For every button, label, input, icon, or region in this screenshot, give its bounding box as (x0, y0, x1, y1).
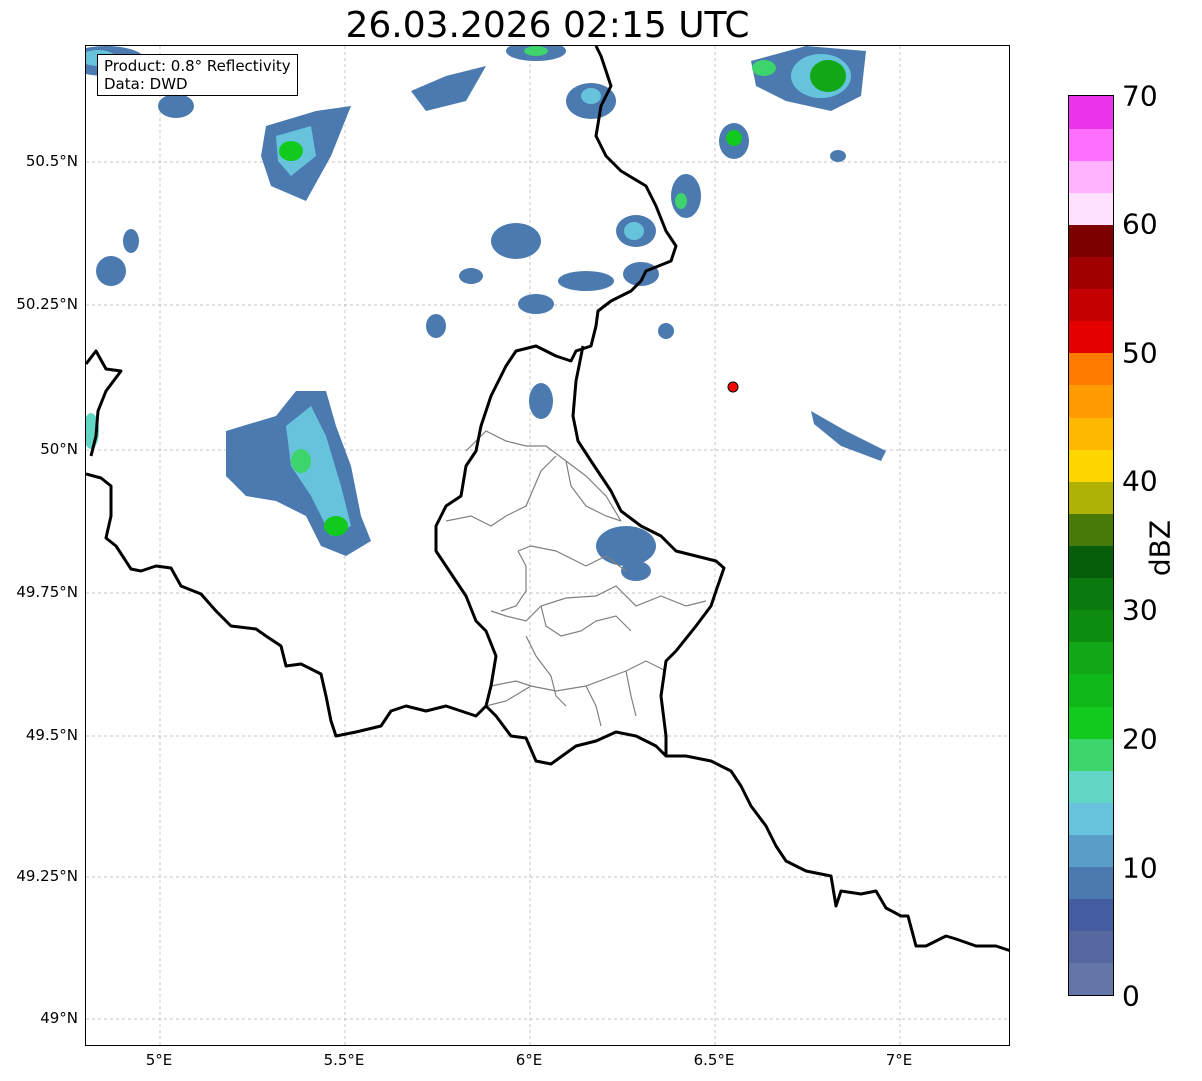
colorbar-segment (1069, 449, 1113, 482)
product-label: Product: 0.8° Reflectivity (104, 57, 291, 75)
lat-tick-label: 50.5°N (25, 152, 78, 170)
lat-tick-label: 49.75°N (16, 583, 78, 601)
colorbar-segment (1069, 352, 1113, 386)
colorbar-tick-label: 70 (1122, 79, 1158, 113)
colorbar-tick-label: 10 (1122, 851, 1158, 885)
colorbar-tick-label: 30 (1122, 593, 1158, 627)
lon-tick-label: 6.5°E (693, 1051, 735, 1069)
lon-tick-label: 5°E (145, 1051, 173, 1069)
colorbar-tick-label: 0 (1122, 979, 1140, 1013)
colorbar-segment (1069, 673, 1113, 707)
colorbar-segment (1069, 577, 1113, 611)
colorbar-segment (1069, 160, 1113, 193)
colorbar-tick-label: 60 (1122, 207, 1158, 241)
colorbar-unit-label: dBZ (1143, 519, 1177, 577)
colorbar-segment (1069, 706, 1113, 739)
colorbar-segment (1069, 481, 1113, 514)
colorbar-segment (1069, 320, 1113, 354)
colorbar-segment (1069, 641, 1113, 675)
colorbar-segment (1069, 417, 1113, 450)
map-title: 26.03.2026 02:15 UTC (345, 5, 750, 46)
colorbar-segment (1069, 545, 1113, 579)
lat-tick-label: 49°N (40, 1009, 78, 1027)
colorbar-tick-label: 50 (1122, 336, 1158, 370)
colorbar-segment (1069, 513, 1113, 546)
colorbar-segment (1069, 384, 1113, 418)
lat-tick-label: 50.25°N (16, 295, 78, 313)
colorbar (1068, 95, 1114, 996)
colorbar-segment (1069, 288, 1113, 322)
colorbar-segment (1069, 930, 1113, 964)
radar-site-marker[interactable] (727, 381, 739, 393)
colorbar-segment (1069, 128, 1113, 161)
district-borders (445, 430, 707, 727)
colorbar-segment (1069, 770, 1113, 803)
colorbar-segment (1069, 96, 1113, 129)
lat-tick-label: 50°N (40, 440, 78, 458)
lat-tick-label: 49.5°N (25, 726, 78, 744)
lon-tick-label: 5.5°E (323, 1051, 365, 1069)
info-box: Product: 0.8° Reflectivity Data: DWD (97, 54, 298, 96)
lon-tick-label: 6°E (515, 1051, 543, 1069)
map-canvas (86, 46, 1009, 1045)
reflectivity-echoes (86, 46, 886, 581)
colorbar-segment (1069, 256, 1113, 290)
colorbar-segment (1069, 898, 1113, 932)
colorbar-segment (1069, 738, 1113, 771)
colorbar-segment (1069, 192, 1113, 225)
data-source-label: Data: DWD (104, 75, 188, 93)
colorbar-segment (1069, 802, 1113, 835)
colorbar-segment (1069, 224, 1113, 258)
colorbar-segment (1069, 834, 1113, 868)
lat-tick-label: 49.25°N (16, 867, 78, 885)
colorbar-segment (1069, 609, 1113, 643)
colorbar-segment (1069, 866, 1113, 900)
colorbar-segment (1069, 962, 1113, 996)
country-borders (86, 46, 1009, 952)
colorbar-tick-label: 40 (1122, 464, 1158, 498)
colorbar-tick-label: 20 (1122, 722, 1158, 756)
gridlines (86, 46, 1009, 1045)
lon-tick-label: 7°E (885, 1051, 913, 1069)
radar-map[interactable] (85, 45, 1010, 1046)
